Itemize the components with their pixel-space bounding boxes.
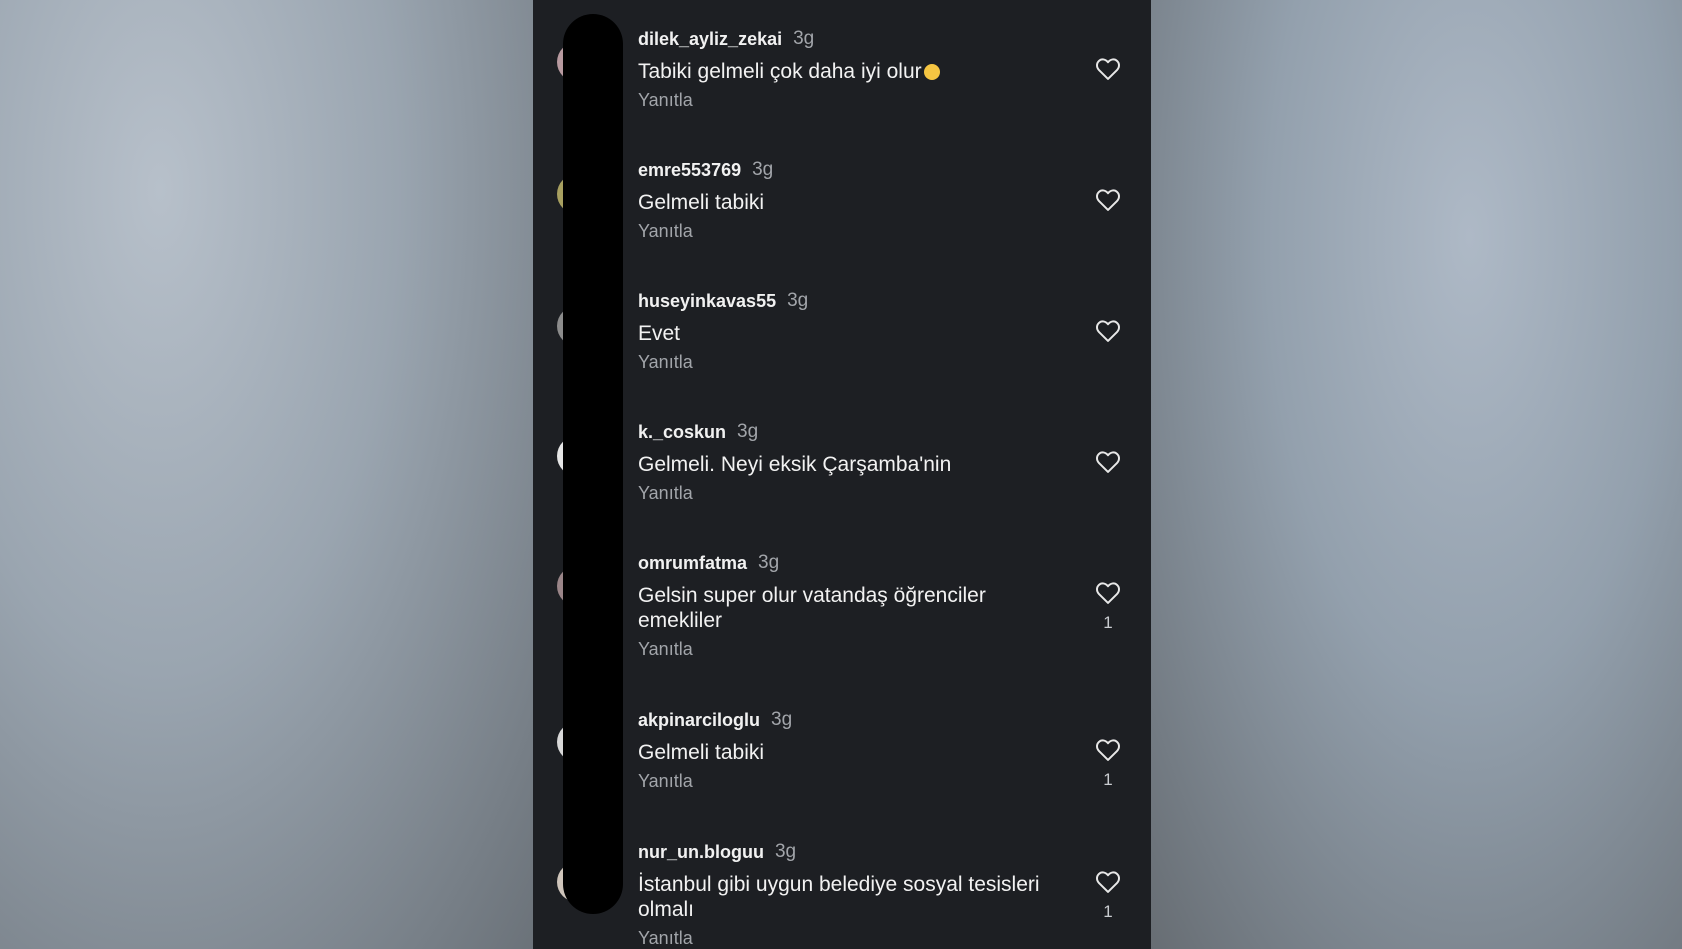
comment-username[interactable]: dilek_ayliz_zekai [638,29,782,50]
comment-time: 3g [793,28,815,49]
like-area: 1 [1088,736,1128,790]
comment-username[interactable]: omrumfatma [638,553,747,574]
like-area: 1 [1088,579,1128,633]
comment-item: k._coskun 3g Gelmeli. Neyi eksik Çarşamb… [638,420,1128,504]
comment-text: Evet [638,322,681,345]
comment-time: 3g [774,841,797,862]
comment-text: Tabiki gelmeli çok daha iyi olur [638,59,1058,84]
like-count: 1 [1103,770,1113,789]
heart-icon[interactable] [1093,317,1123,345]
blurred-background-right [1151,0,1682,949]
heart-icon[interactable] [1093,579,1123,607]
comment-text: Gelmeli tabiki [638,191,765,214]
like-area [1088,55,1128,89]
comment-time: 3g [752,159,774,180]
reply-button[interactable]: Yanıtla [638,639,1128,660]
heart-icon[interactable] [1093,448,1123,476]
reply-button[interactable]: Yanıtla [638,90,1128,111]
comment-text: Gelmeli tabiki [638,741,765,764]
like-count: 1 [1103,902,1113,921]
like-area [1088,317,1128,351]
reply-button[interactable]: Yanıtla [638,771,1128,792]
like-area [1088,448,1128,482]
reply-button[interactable]: Yanıtla [638,352,1128,373]
like-count: 1 [1103,613,1113,632]
comment-item: nur_un.bloguu 3g İstanbul gibi uygun bel… [638,840,1128,949]
comment-username[interactable]: nur_un.bloguu [638,842,764,863]
comment-time: 3g [737,421,759,442]
comment-item: huseyinkavas55 3g Evet Yanıtla [638,289,1128,373]
comment-item: akpinarciloglu 3g Gelmeli tabiki Yanıtla… [638,708,1128,792]
comment-text: Gelsin super olur vatandaş öğrenciler em… [638,584,986,632]
reply-button[interactable]: Yanıtla [638,221,1128,242]
clapping-hands-emoji-icon [923,64,940,80]
reply-button[interactable]: Yanıtla [638,483,1128,504]
like-area [1088,186,1128,220]
comment-username[interactable]: huseyinkavas55 [638,291,776,312]
comment-time: 3g [771,709,793,730]
redaction-mark [563,14,623,914]
heart-icon[interactable] [1093,868,1123,896]
blurred-background-left [0,0,533,949]
comment-username[interactable]: k._coskun [638,422,726,443]
comment-item: omrumfatma 3g Gelsin super olur vatandaş… [638,551,1128,660]
comment-item: dilek_ayliz_zekai 3g Tabiki gelmeli çok … [638,27,1128,111]
comment-text: Gelmeli. Neyi eksik Çarşamba'nin [638,453,952,476]
heart-icon[interactable] [1093,186,1123,214]
comment-username[interactable]: akpinarciloglu [638,710,760,731]
comment-time: 3g [787,290,809,311]
comments-panel: dilek_ayliz_zekai 3g Tabiki gelmeli çok … [533,0,1151,949]
heart-icon[interactable] [1093,55,1123,83]
comment-text: İstanbul gibi uygun belediye sosyal tesi… [638,873,1040,921]
comment-username[interactable]: emre553769 [638,160,741,181]
comment-item: emre553769 3g Gelmeli tabiki Yanıtla [638,158,1128,242]
reply-button[interactable]: Yanıtla [638,928,1128,949]
like-area: 1 [1088,868,1128,922]
comment-time: 3g [758,552,780,573]
heart-icon[interactable] [1093,736,1123,764]
